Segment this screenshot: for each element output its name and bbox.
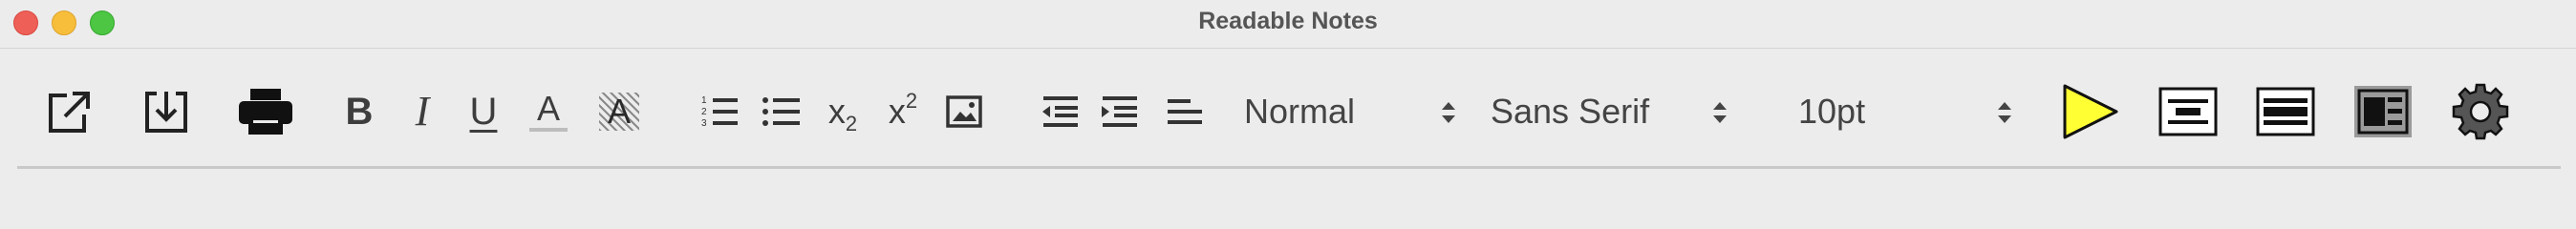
highlight-swatch: A: [599, 93, 639, 131]
align-left-button[interactable]: [1166, 83, 1204, 140]
chevron-updown-icon: [1998, 102, 2011, 123]
import-icon: [145, 92, 187, 133]
gear-icon: [2452, 83, 2509, 140]
formatting-toolbar: B I U A A 1 2 3 x 2 x 2 Normal Sans Seri…: [0, 50, 2576, 164]
underline-icon: U: [469, 91, 498, 133]
play-button[interactable]: [2060, 83, 2121, 140]
font-size-select[interactable]: 10pt: [1798, 83, 2012, 140]
indent-button[interactable]: [1101, 83, 1139, 140]
indent-icon: [1102, 96, 1137, 127]
highlight-button[interactable]: A: [596, 83, 642, 140]
bold-icon: B: [345, 91, 374, 133]
paragraph-style-value: Normal: [1244, 92, 1356, 131]
bold-button[interactable]: B: [340, 83, 378, 140]
layout-sidebar-icon: [2354, 86, 2412, 137]
subscript-x: x: [827, 92, 846, 131]
image-icon: [946, 95, 982, 128]
subscript-mark: 2: [845, 112, 858, 135]
chevron-updown-icon: [1713, 102, 1727, 123]
superscript-x: x: [888, 92, 906, 131]
align-left-icon: [1168, 99, 1202, 124]
layout-narrow-button[interactable]: [2157, 83, 2219, 140]
bullet-list-icon: [762, 97, 800, 126]
chevron-updown-icon: [1442, 102, 1455, 123]
font-family-select[interactable]: Sans Serif: [1491, 83, 1728, 140]
import-button[interactable]: [140, 83, 193, 140]
ordered-list-icon: 1 2 3: [701, 95, 738, 129]
superscript-button[interactable]: x 2: [881, 83, 925, 140]
font-family-value: Sans Serif: [1491, 92, 1650, 131]
text-color-button[interactable]: A: [527, 83, 569, 140]
svg-text:2: 2: [701, 107, 707, 117]
layout-narrow-icon: [2158, 87, 2218, 136]
text-color-swatch: [529, 128, 568, 132]
svg-text:1: 1: [701, 95, 707, 106]
font-size-value: 10pt: [1798, 92, 1866, 131]
ordered-list-button[interactable]: 1 2 3: [701, 83, 740, 140]
text-color-icon: A: [536, 89, 560, 128]
subscript-icon: x 2: [827, 92, 857, 136]
underline-button[interactable]: U: [462, 83, 504, 140]
svg-text:3: 3: [701, 118, 707, 129]
window-title: Readable Notes: [1198, 8, 1378, 34]
print-icon: [239, 89, 292, 135]
superscript-mark: 2: [905, 89, 918, 113]
layout-wide-button[interactable]: [2255, 83, 2316, 140]
layout-wide-icon: [2256, 87, 2315, 136]
export-icon: [49, 92, 90, 133]
subscript-button[interactable]: x 2: [820, 83, 866, 140]
insert-image-button[interactable]: [944, 83, 984, 140]
layout-sidebar-button[interactable]: [2352, 83, 2414, 140]
outdent-icon: [1042, 96, 1078, 127]
italic-button[interactable]: I: [403, 83, 441, 140]
superscript-icon: x 2: [888, 89, 917, 131]
app-window: Readable Notes B I U A A 1 2 3 x 2 x 2 N…: [0, 0, 2576, 208]
play-icon: [2063, 84, 2118, 139]
title-bar: Readable Notes: [0, 0, 2576, 49]
paragraph-style-select[interactable]: Normal: [1244, 83, 1456, 140]
outdent-button[interactable]: [1041, 83, 1080, 140]
bullet-list-button[interactable]: [762, 83, 801, 140]
export-button[interactable]: [42, 83, 96, 140]
italic-icon: I: [415, 88, 430, 135]
toolbar-divider: [17, 166, 2561, 169]
print-button[interactable]: [235, 83, 296, 140]
settings-button[interactable]: [2450, 83, 2511, 140]
highlight-icon: A: [607, 92, 631, 131]
